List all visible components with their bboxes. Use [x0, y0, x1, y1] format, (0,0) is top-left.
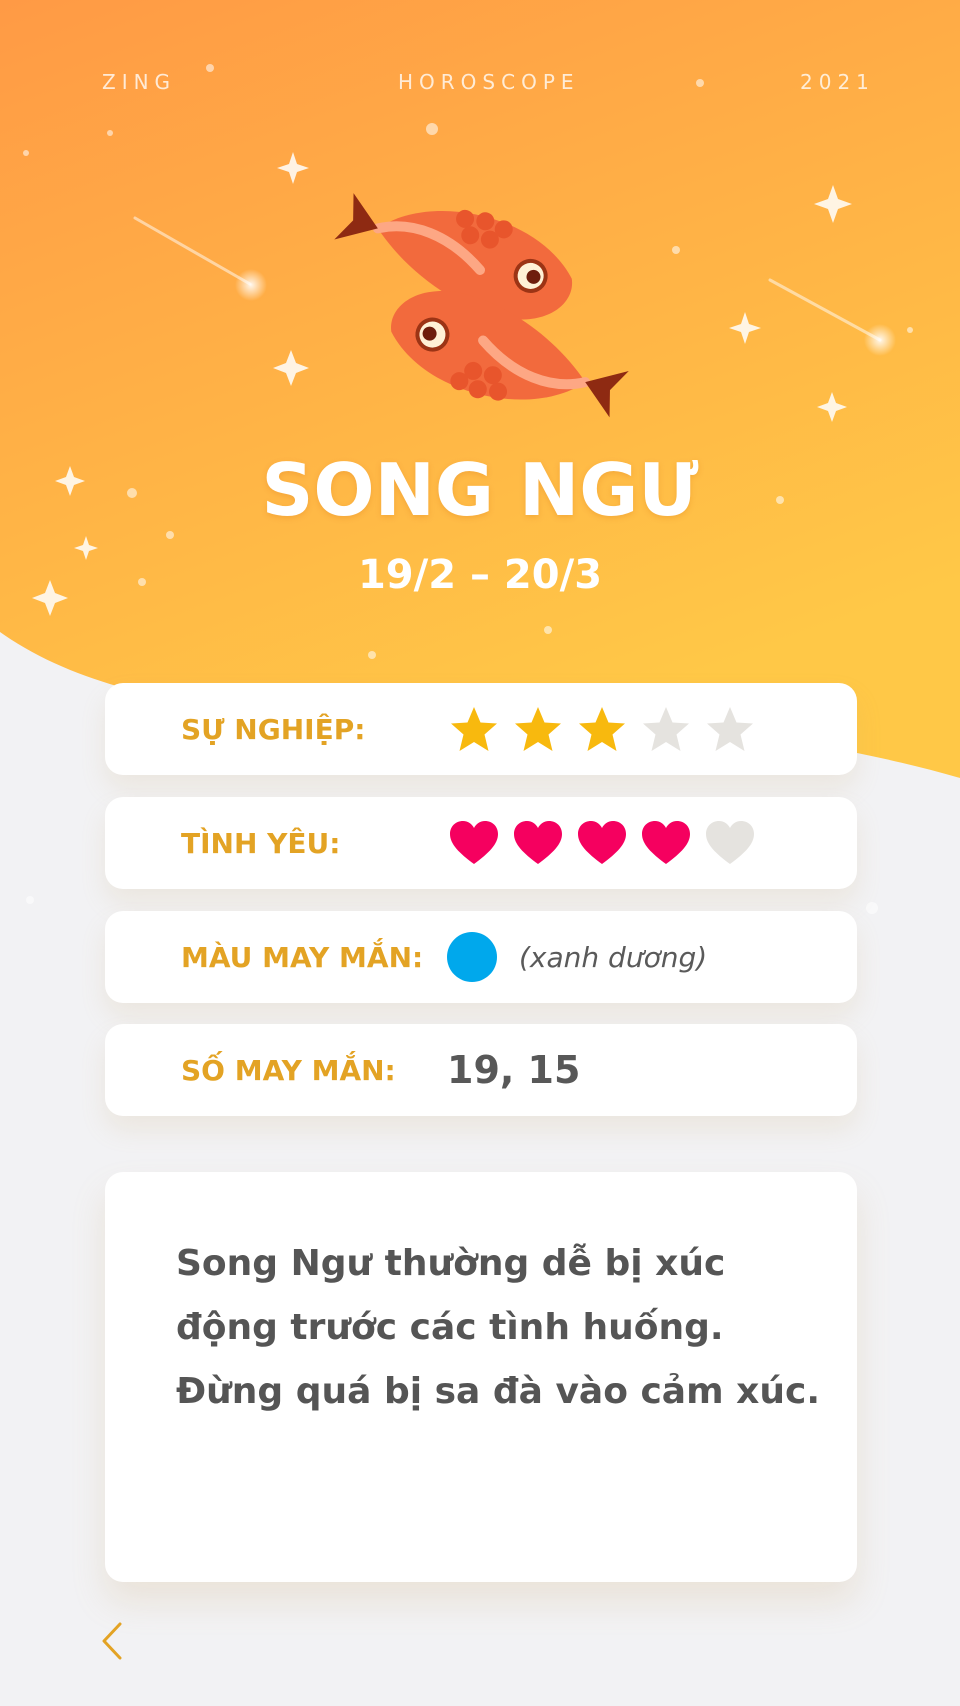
sign-dates: 19/2 – 20/3: [357, 552, 603, 598]
career-rating: [447, 683, 767, 775]
sign-name: SONG NGƯ: [261, 448, 699, 532]
star-icon-empty: [707, 707, 753, 751]
brand-label: ZING: [102, 70, 177, 94]
year-label: 2021: [800, 70, 875, 94]
lucky-number-card: SỐ MAY MẮN: 19, 15: [105, 1024, 857, 1116]
lucky-number-value: 19, 15: [447, 1048, 581, 1092]
description-card: Song Ngư thường dễ bị xúc động trước các…: [105, 1172, 857, 1582]
love-card: TÌNH YÊU:: [105, 797, 857, 889]
heart-icon-filled: [578, 821, 626, 864]
lucky-number-label: SỐ MAY MẮN:: [181, 1054, 396, 1087]
section-label: HOROSCOPE: [398, 70, 580, 94]
lucky-color-label: MÀU MAY MẮN:: [181, 941, 424, 974]
star-icon-empty: [643, 707, 689, 751]
description-text: Song Ngư thường dễ bị xúc động trước các…: [176, 1243, 821, 1412]
career-card: SỰ NGHIỆP:: [105, 683, 857, 775]
pisces-fish-icon: [334, 193, 629, 418]
heart-icon-empty: [706, 821, 754, 864]
lucky-color-name: (xanh dương): [519, 940, 708, 974]
lucky-color-swatch: [447, 932, 497, 982]
love-rating: [447, 797, 767, 889]
star-icon-filled: [515, 707, 561, 751]
love-label: TÌNH YÊU:: [181, 827, 341, 860]
heart-icon-filled: [514, 821, 562, 864]
chevron-left-icon[interactable]: [92, 1616, 132, 1666]
lucky-color-card: MÀU MAY MẮN: (xanh dương): [105, 911, 857, 1003]
heart-icon-filled: [450, 821, 498, 864]
heart-icon-filled: [642, 821, 690, 864]
star-icon-filled: [579, 707, 625, 751]
star-icon-filled: [451, 707, 497, 751]
career-label: SỰ NGHIỆP:: [181, 713, 366, 746]
